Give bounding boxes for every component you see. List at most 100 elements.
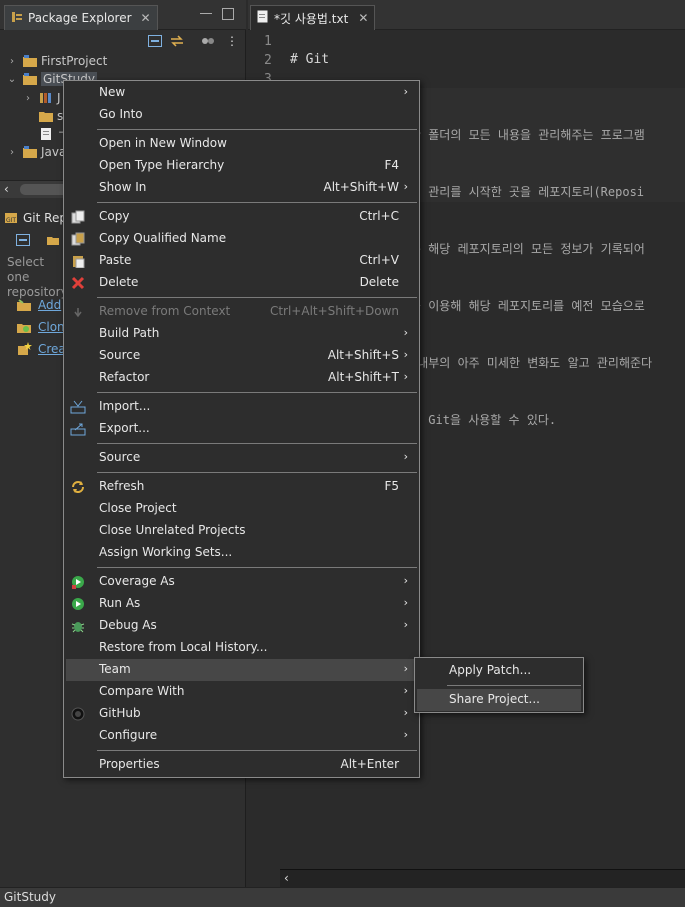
menu-item-label: Go Into (99, 107, 143, 121)
menu-item-label: Restore from Local History... (99, 640, 268, 654)
apply-patch-item[interactable]: Apply Patch... (417, 660, 581, 682)
run-icon (70, 596, 86, 612)
clone-repository-link[interactable]: Clon (16, 318, 65, 336)
collapse-all-icon[interactable] (14, 232, 32, 248)
menu-item-debug-as[interactable]: Debug As › (66, 615, 417, 637)
minimize-icon[interactable] (200, 8, 212, 14)
share-project-item[interactable]: Share Project... (417, 689, 581, 711)
editor-tabbar: *깃 사용법.txt ✕ (248, 0, 685, 30)
menu-item-label: Import... (99, 399, 151, 413)
menu-item-github[interactable]: GitHub › (66, 703, 417, 725)
link-label[interactable]: Clon (38, 320, 65, 334)
view-menu-icon[interactable]: ⋮ (223, 33, 241, 49)
menu-separator (97, 392, 417, 393)
clone-icon (17, 324, 31, 333)
menu-item-refactor[interactable]: Refactor Alt+Shift+T › (66, 367, 417, 389)
tree-item-firstproject[interactable]: › FirstProject (6, 52, 107, 70)
menu-item-paste[interactable]: Paste Ctrl+V (66, 250, 417, 272)
maximize-icon[interactable] (222, 8, 234, 20)
editor-horizontal-scrollbar[interactable]: ‹ (280, 869, 685, 887)
menu-item-compare-with[interactable]: Compare With › (66, 681, 417, 703)
menu-separator (447, 685, 581, 686)
menu-separator (97, 202, 417, 203)
chevron-right-icon: › (403, 370, 408, 383)
menu-item-team[interactable]: Team › (66, 659, 417, 681)
create-repository-link[interactable]: Crea (16, 340, 66, 358)
menu-item-copy-qualified-name[interactable]: Copy Qualified Name (66, 228, 417, 250)
link-label[interactable]: Crea (38, 342, 66, 356)
package-explorer-icon (11, 11, 23, 26)
tree-item-java[interactable]: › Java (6, 143, 66, 161)
add-repository-link[interactable]: Add (16, 296, 61, 314)
menu-item-label: Show In (99, 180, 147, 194)
close-icon[interactable]: ✕ (358, 11, 368, 25)
tab-editor-file[interactable]: *깃 사용법.txt ✕ (250, 5, 376, 30)
tree-item-src[interactable]: s (34, 107, 63, 125)
tab-git-repositories[interactable]: GIT Git Rep (4, 206, 67, 230)
text-line: 는 해당 레포지토리의 모든 정보가 기록되어 (410, 242, 645, 256)
menu-item-label: Configure (99, 728, 158, 742)
menu-item-open-in-new-window[interactable]: Open in New Window (66, 133, 417, 155)
chevron-right-icon: › (403, 618, 408, 631)
menu-item-close-project[interactable]: Close Project (66, 498, 417, 520)
menu-item-open-type-hierarchy[interactable]: Open Type Hierarchy F4 (66, 155, 417, 177)
menu-item-coverage-as[interactable]: Coverage As › (66, 571, 417, 593)
tree-item-jre[interactable]: › J (22, 89, 61, 107)
debug-icon (70, 618, 86, 634)
menu-item-go-into[interactable]: Go Into (66, 104, 417, 126)
scroll-left-icon[interactable]: ‹ (284, 871, 289, 885)
scroll-left-icon[interactable]: ‹ (4, 182, 9, 196)
menu-item-build-path[interactable]: Build Path › (66, 323, 417, 345)
menu-item-label: Compare With (99, 684, 185, 698)
tree-item-label: J (57, 91, 61, 105)
menu-item-new[interactable]: New › (66, 82, 417, 104)
link-with-editor-icon[interactable] (168, 33, 186, 49)
menu-item-source[interactable]: Source › (66, 447, 417, 469)
context-menu: New › Go Into Open in New Window Open Type H… (63, 80, 420, 778)
chevron-right-icon: › (403, 450, 408, 463)
menu-item-label: Remove from Context (99, 304, 231, 318)
export-icon (70, 421, 86, 437)
menu-item-run-as[interactable]: Run As › (66, 593, 417, 615)
menu-item-import[interactable]: Import... (66, 396, 417, 418)
chevron-right-icon: › (403, 348, 408, 361)
chevron-right-icon: › (403, 180, 408, 193)
copy-icon (70, 209, 86, 225)
menu-item-label: Source (99, 450, 141, 464)
github-icon (70, 706, 86, 722)
create-repo-icon (18, 342, 32, 355)
menu-item-label: Refactor (99, 370, 150, 384)
menu-item-shortcut: Ctrl+C (359, 209, 399, 223)
filter-icon[interactable] (199, 33, 217, 49)
menu-item-restore-from-local-history[interactable]: Restore from Local History... (66, 637, 417, 659)
chevron-right-icon[interactable]: › (6, 147, 18, 158)
menu-item-close-unrelated-projects[interactable]: Close Unrelated Projects (66, 520, 417, 542)
tab-git-repositories-label: Git Rep (23, 211, 67, 225)
menu-item-copy[interactable]: Copy Ctrl+C (66, 206, 417, 228)
close-icon[interactable]: ✕ (141, 11, 151, 25)
chevron-right-icon[interactable]: › (6, 56, 18, 67)
menu-item-properties[interactable]: Properties Alt+Enter (66, 754, 417, 776)
collapse-all-icon[interactable] (146, 33, 164, 49)
tab-package-explorer[interactable]: Package Explorer ✕ (4, 5, 158, 30)
chevron-right-icon[interactable]: › (22, 93, 34, 104)
chevron-right-icon: › (403, 706, 408, 719)
menu-item-export[interactable]: Export... (66, 418, 417, 440)
menu-item-show-in[interactable]: Show In Alt+Shift+W › (66, 177, 417, 199)
add-repository-icon[interactable] (44, 232, 62, 248)
menu-item-configure[interactable]: Configure › (66, 725, 417, 747)
code-line-heading: # Git (290, 52, 330, 67)
link-label[interactable]: Add (38, 298, 61, 312)
chevron-down-icon[interactable]: ⌄ (6, 74, 18, 85)
menu-item-refresh[interactable]: Refresh F5 (66, 476, 417, 498)
source-folder-icon (39, 112, 53, 122)
menu-item-delete[interactable]: Delete Delete (66, 272, 417, 294)
menu-item-source[interactable]: Source Alt+Shift+S › (66, 345, 417, 367)
paste-icon (70, 253, 86, 269)
chevron-right-icon: › (403, 728, 408, 741)
menu-separator (97, 129, 417, 130)
project-folder-icon (23, 73, 37, 85)
delete-icon (70, 275, 86, 291)
menu-item-assign-working-sets[interactable]: Assign Working Sets... (66, 542, 417, 564)
menu-item-shortcut: Alt+Shift+W (323, 180, 400, 194)
